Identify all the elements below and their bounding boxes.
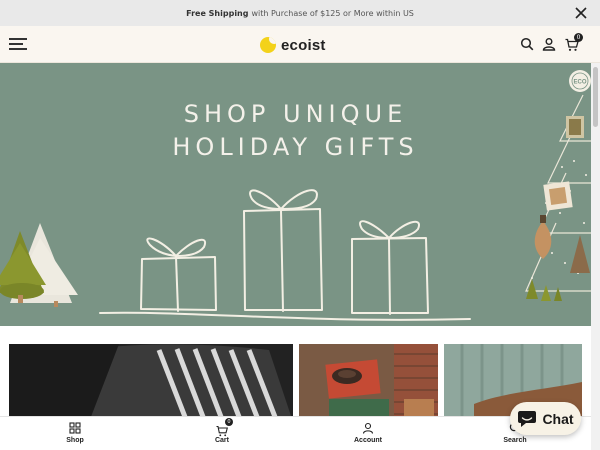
hero-title-line2: HOLIDAY GIFTS — [172, 133, 419, 161]
logo-text: ecoist — [281, 36, 326, 54]
account-icon[interactable] — [542, 37, 556, 51]
bottom-navigation: Shop 0 Cart Account Search — [0, 416, 591, 450]
bottom-nav-account-label: Account — [354, 437, 382, 444]
chat-label: Chat — [542, 410, 574, 427]
bottom-nav-cart-label: Cart — [214, 437, 229, 444]
site-header: ecoist 0 — [0, 26, 600, 63]
cart-count-badge: 0 — [574, 33, 583, 42]
grid-icon — [69, 422, 81, 434]
chat-button[interactable]: Chat — [510, 402, 581, 435]
logo-mark-icon — [260, 37, 276, 53]
tableware-image — [299, 344, 438, 422]
collection-tile-pillows[interactable] — [9, 344, 293, 422]
bottom-nav-account[interactable]: Account — [333, 422, 403, 444]
chat-bubble-icon — [518, 410, 537, 427]
bottom-nav-search-label: Search — [503, 437, 527, 444]
gift-boxes-drawing — [99, 189, 471, 321]
announcement-bar: Free Shipping with Purchase of $125 or M… — [0, 0, 600, 26]
menu-icon[interactable] — [9, 38, 27, 50]
felt-trees-image — [0, 223, 78, 307]
hero-title-line1: SHOP UNIQUE — [183, 100, 408, 128]
bottom-nav-cart[interactable]: 0 Cart — [187, 418, 257, 444]
user-icon — [362, 422, 374, 434]
announcement-text: with Purchase of $125 or More within US — [251, 8, 414, 18]
cart-icon — [216, 425, 229, 437]
close-icon[interactable] — [574, 6, 588, 20]
svg-text:ECO: ECO — [573, 80, 586, 86]
bottom-nav-shop[interactable]: Shop — [40, 422, 110, 444]
page: Free Shipping with Purchase of $125 or M… — [0, 0, 600, 450]
striped-pillow-image — [9, 344, 293, 422]
collection-tile-tableware[interactable] — [299, 344, 438, 422]
hero-banner[interactable]: ECO SHOP UNIQUE HOLIDAY GIFTS — [0, 63, 591, 326]
scrollbar-thumb[interactable] — [593, 67, 598, 127]
search-icon[interactable] — [520, 37, 534, 51]
bottom-nav-cart-badge: 0 — [225, 418, 233, 426]
eco-badge-icon: ECO — [569, 70, 591, 92]
cart-button[interactable]: 0 — [565, 33, 583, 51]
logo[interactable]: ecoist — [260, 35, 326, 55]
scrollbar[interactable] — [591, 63, 600, 450]
announcement-bold-text: Free Shipping — [186, 8, 249, 18]
bottom-nav-shop-label: Shop — [66, 437, 84, 444]
